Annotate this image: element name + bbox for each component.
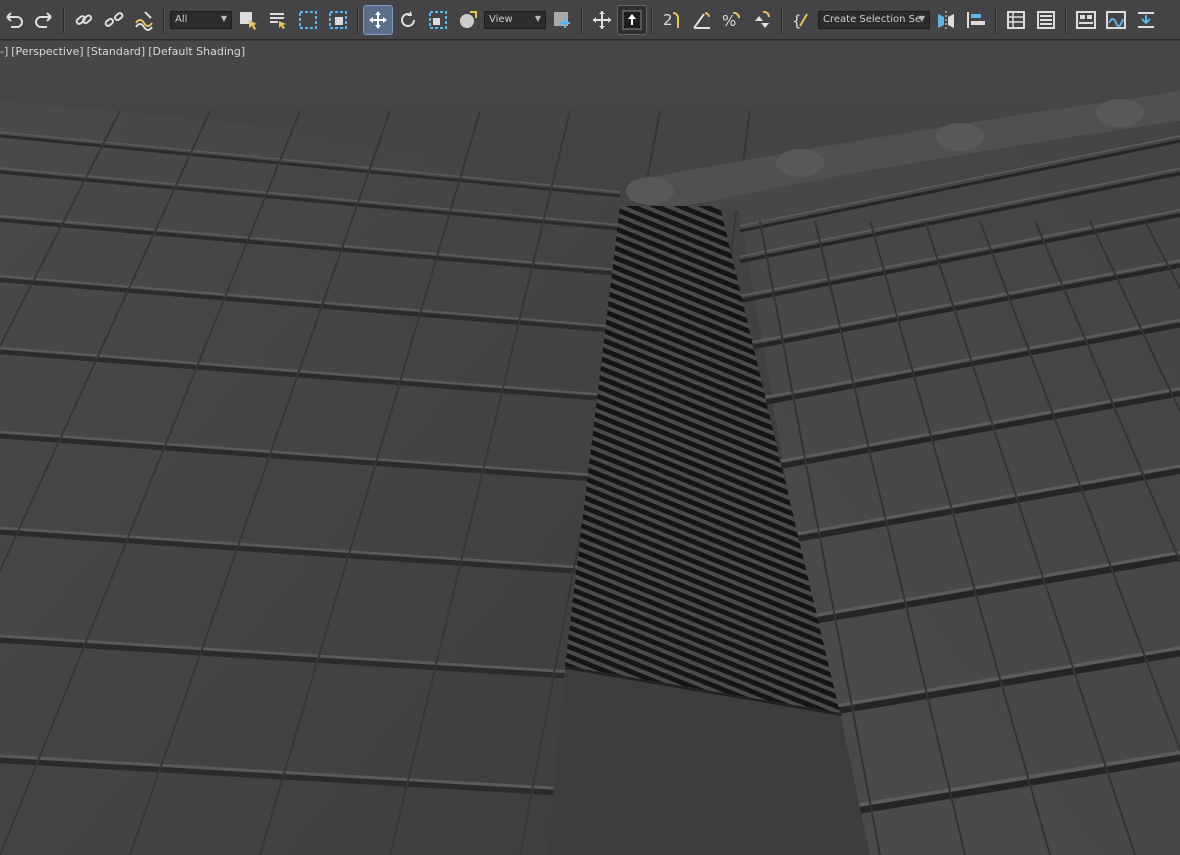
- unlink-button[interactable]: [100, 6, 128, 34]
- ridge-tile-bump: [936, 123, 984, 151]
- toolbar-separator: [781, 6, 783, 33]
- rotate-icon: [401, 10, 415, 27]
- select-manipulate-button[interactable]: [588, 6, 616, 34]
- svg-text:%: %: [722, 12, 736, 30]
- window-crossing-button[interactable]: [324, 6, 352, 34]
- ridge-tile-bump: [626, 177, 674, 205]
- select-by-name-icon: [270, 12, 286, 29]
- selection-filter-dropdown[interactable]: All ▼: [170, 10, 232, 29]
- angle-snap-icon: [693, 11, 710, 29]
- select-object-button[interactable]: [234, 6, 262, 34]
- edit-named-selection-button[interactable]: {: [788, 6, 816, 34]
- select-object-icon: [240, 11, 257, 30]
- link-button[interactable]: [70, 6, 98, 34]
- mirror-button[interactable]: [932, 6, 960, 34]
- viewport-perspective[interactable]: -] [Perspective] [Standard] [Default Sha…: [0, 41, 1180, 855]
- layer-explorer-icon: [1037, 10, 1055, 29]
- ribbon-toggle-button[interactable]: [1072, 6, 1100, 34]
- ridge-tile-bump: [776, 149, 824, 177]
- place-icon: [460, 10, 477, 28]
- toolbar-separator: [63, 6, 65, 33]
- viewport-mode-label[interactable]: [Standard]: [87, 45, 146, 58]
- unlink-icon: [104, 11, 124, 27]
- chevron-down-icon: ▼: [220, 13, 227, 23]
- layer-explorer-button[interactable]: [1032, 6, 1060, 34]
- select-rotate-button[interactable]: [394, 6, 422, 34]
- ridge-tile-bump: [1096, 99, 1144, 127]
- viewport-view-label[interactable]: [Perspective]: [11, 45, 83, 58]
- spacewarp-icon: [135, 10, 153, 31]
- pivot-center-icon: [554, 11, 570, 28]
- undo-button[interactable]: [0, 6, 28, 34]
- align-button[interactable]: [962, 6, 990, 34]
- reference-coordinate-value: View: [489, 14, 513, 25]
- toolbar-separator: [163, 6, 165, 33]
- select-scale-button[interactable]: [424, 6, 452, 34]
- roof-scene-render: [0, 41, 1180, 855]
- toolbar-separator: [1065, 6, 1067, 33]
- spinner-snap-button[interactable]: [748, 6, 776, 34]
- named-selection-dropdown[interactable]: Create Selection Se ▼: [818, 10, 930, 29]
- toolbar-separator: [995, 6, 997, 33]
- scene-explorer-button[interactable]: [1002, 6, 1030, 34]
- mirror-icon: [938, 10, 954, 29]
- select-move-button[interactable]: [363, 4, 393, 35]
- viewport-shading-label[interactable]: [Default Shading]: [148, 45, 245, 58]
- keyboard-shortcut-override-button[interactable]: [617, 4, 647, 35]
- bind-spacewarp-button[interactable]: [130, 6, 158, 34]
- toolbar-separator: [581, 6, 583, 33]
- named-selection-icon: {: [792, 12, 808, 30]
- spinner-snap-icon: [755, 10, 770, 28]
- schematic-view-icon: [1138, 11, 1154, 28]
- schematic-view-button[interactable]: [1132, 6, 1160, 34]
- redo-icon: [35, 11, 52, 28]
- percent-snap-icon: %: [722, 11, 740, 30]
- undo-icon: [6, 11, 23, 28]
- keyboard-override-icon: [622, 10, 642, 29]
- ribbon-icon: [1076, 10, 1096, 29]
- snaps-toggle-button[interactable]: 2: [658, 6, 686, 34]
- select-by-name-button[interactable]: [264, 6, 292, 34]
- select-place-button[interactable]: [454, 6, 482, 34]
- move-icon: [369, 10, 387, 29]
- selection-filter-value: All: [175, 14, 188, 25]
- chevron-down-icon: ▼: [534, 13, 541, 23]
- svg-text:2: 2: [663, 11, 673, 29]
- pivot-center-button[interactable]: [548, 6, 576, 34]
- main-toolbar: All ▼ View ▼ 2 % {Create Selection Se ▼: [0, 0, 1180, 40]
- toolbar-separator: [357, 6, 359, 33]
- rectangle-selection-icon: [299, 10, 317, 29]
- link-icon: [75, 14, 93, 25]
- viewport-label: -] [Perspective] [Standard] [Default Sha…: [0, 45, 245, 58]
- reference-coordinate-dropdown[interactable]: View ▼: [484, 10, 546, 29]
- redo-button[interactable]: [30, 6, 58, 34]
- window-crossing-icon: [329, 10, 347, 29]
- angle-snap-button[interactable]: [688, 6, 716, 34]
- viewport-menu-label[interactable]: -]: [0, 45, 8, 58]
- manipulate-icon: [593, 10, 611, 29]
- left-roof-plane: [0, 101, 630, 855]
- percent-snap-button[interactable]: %: [718, 6, 746, 34]
- svg-text:{: {: [792, 12, 802, 30]
- align-icon: [967, 11, 985, 28]
- curve-editor-icon: [1106, 10, 1126, 29]
- rectangular-selection-button[interactable]: [294, 6, 322, 34]
- chevron-down-icon: ▼: [918, 13, 925, 23]
- scale-icon: [429, 10, 447, 29]
- curve-editor-button[interactable]: [1102, 6, 1130, 34]
- named-selection-value: Create Selection Se: [823, 14, 922, 25]
- scene-explorer-icon: [1007, 10, 1025, 29]
- toolbar-separator: [651, 6, 653, 33]
- snap-icon: 2: [663, 11, 679, 29]
